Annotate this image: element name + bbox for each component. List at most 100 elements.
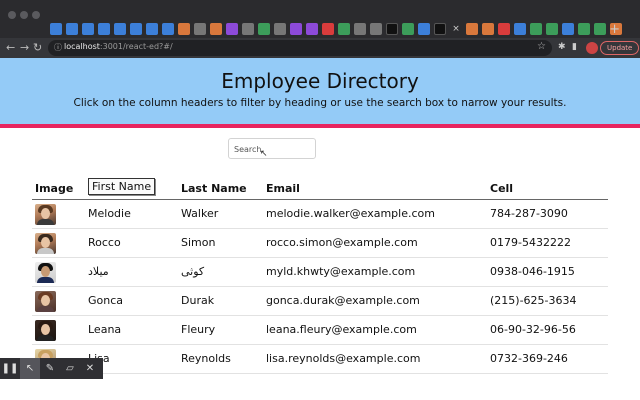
browser-tab[interactable] [50, 23, 62, 35]
browser-tab[interactable] [578, 23, 590, 35]
browser-tab[interactable] [594, 23, 606, 35]
site-info-icon[interactable]: ⓘ [54, 42, 62, 53]
page-subtitle: Click on the column headers to filter by… [73, 97, 567, 109]
employee-table: Image First Name Last Name Email Cell Me… [32, 177, 608, 374]
bookmark-star-icon[interactable]: ☆ [537, 41, 546, 52]
browser-tab[interactable] [370, 23, 382, 35]
address-bar: ← → ↻ ⓘ localhost:3001/react-ed?#/ ☆ ✱ ▮… [0, 38, 640, 58]
extensions-icon[interactable]: ✱ [558, 42, 566, 52]
profile-avatar[interactable] [586, 42, 598, 54]
reload-icon[interactable]: ↻ [33, 41, 42, 55]
browser-tab[interactable] [322, 23, 334, 35]
browser-tab[interactable] [338, 23, 350, 35]
browser-tab[interactable] [114, 23, 126, 35]
browser-tab[interactable] [82, 23, 94, 35]
browser-tab[interactable] [290, 23, 302, 35]
browser-tab[interactable] [258, 23, 270, 35]
table-row: Melodie Walker melodie.walker@example.co… [32, 200, 608, 229]
pen-icon[interactable]: ✎ [40, 358, 60, 379]
employee-photo [35, 320, 56, 341]
url-text: localhost:3001/react-ed?#/ [64, 42, 173, 51]
browser-tab[interactable] [514, 23, 526, 35]
employee-photo [35, 204, 56, 225]
first-name-cell: Leana [88, 323, 122, 336]
table-row: Rocco Simon rocco.simon@example.com 0179… [32, 229, 608, 258]
table-row: ميلاد کوثی myld.khwty@example.com 0938-0… [32, 258, 608, 287]
tab-close-icon[interactable]: × [450, 23, 462, 35]
browser-tab[interactable] [274, 23, 286, 35]
first-name-cell: ميلاد [88, 265, 109, 278]
browser-tab[interactable] [562, 23, 574, 35]
forward-icon[interactable]: → [20, 41, 29, 55]
browser-tab-active[interactable] [434, 23, 446, 35]
back-icon[interactable]: ← [6, 41, 15, 55]
browser-tab[interactable] [178, 23, 190, 35]
email-cell: lisa.reynolds@example.com [266, 352, 421, 365]
pause-icon[interactable]: ❚❚ [0, 358, 20, 379]
email-cell: melodie.walker@example.com [266, 207, 435, 220]
browser-tab[interactable] [98, 23, 110, 35]
extension-icon[interactable]: ▮ [572, 42, 577, 52]
column-header-first-name[interactable]: First Name [88, 178, 156, 195]
browser-tab[interactable] [354, 23, 366, 35]
column-header-image[interactable]: Image [35, 182, 73, 195]
last-name-cell: Simon [181, 236, 216, 249]
page-header: Employee Directory Click on the column h… [0, 58, 640, 124]
pointer-icon[interactable]: ↖ [20, 358, 40, 379]
employee-photo [35, 291, 56, 312]
cell-phone-cell: 0179-5432222 [490, 236, 571, 249]
cell-phone-cell: 0732-369-246 [490, 352, 568, 365]
close-icon[interactable]: ✕ [80, 358, 100, 379]
column-header-last-name[interactable]: Last Name [181, 182, 247, 195]
employee-photo [35, 262, 56, 283]
page-title: Employee Directory [221, 69, 419, 93]
table-row: Leana Fleury leana.fleury@example.com 06… [32, 316, 608, 345]
last-name-cell: کوثی [181, 265, 205, 278]
browser-tab[interactable] [482, 23, 494, 35]
search-input[interactable]: Search [228, 138, 316, 159]
first-name-cell: Melodie [88, 207, 131, 220]
browser-tab[interactable] [242, 23, 254, 35]
browser-tab[interactable] [386, 23, 398, 35]
cell-phone-cell: 784-287-3090 [490, 207, 568, 220]
new-tab-button[interactable]: + [609, 22, 620, 37]
email-cell: rocco.simon@example.com [266, 236, 418, 249]
header-accent-bar [0, 124, 640, 128]
recorder-toolbar: ❚❚ ↖ ✎ ▱ ✕ [0, 358, 103, 379]
last-name-cell: Reynolds [181, 352, 231, 365]
browser-tab[interactable] [306, 23, 318, 35]
browser-tab[interactable] [418, 23, 430, 35]
last-name-cell: Fleury [181, 323, 216, 336]
browser-tabs: × [50, 23, 622, 37]
browser-tab[interactable] [162, 23, 174, 35]
url-input[interactable]: ⓘ localhost:3001/react-ed?#/ ☆ [48, 40, 552, 56]
browser-tab[interactable] [466, 23, 478, 35]
last-name-cell: Walker [181, 207, 219, 220]
window-zoom-dot[interactable] [32, 11, 40, 19]
browser-tab-strip: × + [0, 0, 640, 38]
update-button[interactable]: Update [600, 41, 640, 55]
browser-tab[interactable] [226, 23, 238, 35]
email-cell: leana.fleury@example.com [266, 323, 417, 336]
browser-tab[interactable] [530, 23, 542, 35]
column-header-email[interactable]: Email [266, 182, 300, 195]
browser-tab[interactable] [402, 23, 414, 35]
browser-tab[interactable] [66, 23, 78, 35]
window-close-dot[interactable] [8, 11, 16, 19]
employee-photo [35, 233, 56, 254]
table-row: Lisa Reynolds lisa.reynolds@example.com … [32, 345, 608, 374]
browser-tab[interactable] [498, 23, 510, 35]
highlighter-icon[interactable]: ▱ [60, 358, 80, 379]
browser-tab[interactable] [146, 23, 158, 35]
browser-tab[interactable] [210, 23, 222, 35]
column-header-cell[interactable]: Cell [490, 182, 513, 195]
browser-tab[interactable] [546, 23, 558, 35]
cell-phone-cell: (215)-625-3634 [490, 294, 577, 307]
browser-tab[interactable] [194, 23, 206, 35]
email-cell: myld.khwty@example.com [266, 265, 416, 278]
cell-phone-cell: 06-90-32-96-56 [490, 323, 576, 336]
table-row: Gonca Durak gonca.durak@example.com (215… [32, 287, 608, 316]
browser-tab[interactable] [130, 23, 142, 35]
window-minimize-dot[interactable] [20, 11, 28, 19]
mouse-cursor-icon: ↖ [260, 149, 268, 159]
